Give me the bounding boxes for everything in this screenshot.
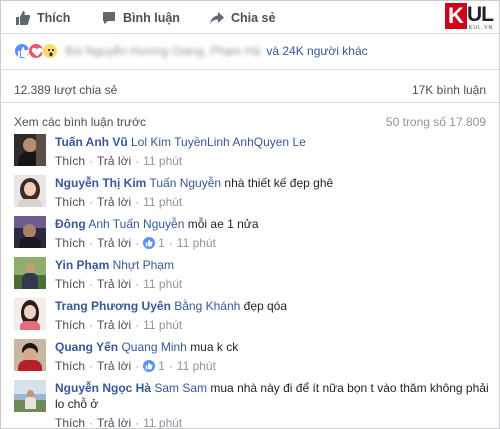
comment-meta: Thích · Trả lời · 1 · 11 phút bbox=[55, 235, 216, 251]
comment-text-line: Yin Phạm Nhựt Phạm bbox=[55, 257, 494, 273]
comment-author[interactable]: Nguyễn Ngọc Hà bbox=[55, 381, 151, 395]
comment-like-link[interactable]: Thích bbox=[55, 235, 85, 251]
avatar[interactable] bbox=[14, 216, 46, 248]
comment-body: Trang Phương Uyên Bằng Khánh đẹp qóa Thí… bbox=[55, 298, 494, 333]
comment-reply-link[interactable]: Trả lời bbox=[97, 358, 131, 374]
comment-body: Nguyễn Ngọc Hà Sam Sam mua nhà này đi để… bbox=[55, 380, 494, 429]
avatar[interactable] bbox=[14, 134, 46, 166]
comment-meta: Thích · Trả lời · 11 phút bbox=[55, 415, 183, 429]
comment-button[interactable]: Bình luận bbox=[101, 9, 180, 27]
comment-time[interactable]: 11 phút bbox=[143, 317, 182, 333]
like-badge-icon bbox=[143, 360, 156, 372]
share-arrow-icon bbox=[210, 12, 224, 24]
comment-meta: Thích · Trả lời · 11 phút bbox=[55, 153, 183, 169]
comment-like-link[interactable]: Thích bbox=[55, 194, 85, 210]
comment-reply-link[interactable]: Trả lời bbox=[97, 235, 131, 251]
comment-time[interactable]: 11 phút bbox=[177, 358, 216, 374]
comment-tags[interactable]: Bằng Khánh bbox=[174, 299, 240, 313]
comment-text-line: Đông Anh Tuấn Nguyễn mỗi ae 1 nửa bbox=[55, 216, 494, 232]
comment-icon bbox=[103, 12, 115, 24]
comment-time[interactable]: 11 phút bbox=[143, 415, 182, 429]
reactors-names[interactable]: Bùi Nguyễn Hương Giang, Phạm Hà bbox=[65, 44, 260, 58]
comment-tags[interactable]: Tuấn Nguyễn bbox=[149, 176, 221, 190]
thumbs-up-icon bbox=[16, 11, 31, 25]
comment-author[interactable]: Nguyễn Thị Kim bbox=[55, 176, 146, 190]
comment-time[interactable]: 11 phút bbox=[143, 153, 182, 169]
comment-text-line: Nguyễn Thị Kim Tuấn Nguyễn nhà thiết kế … bbox=[55, 175, 494, 191]
avatar[interactable] bbox=[14, 257, 46, 289]
reactors-more-link[interactable]: và 24K người khác bbox=[266, 44, 367, 58]
previous-comments-bar: Xem các bình luận trước 50 trong số 17.8… bbox=[1, 103, 499, 131]
comment-tags[interactable]: Lol Kim TuyềnLinh AnhQuyen Le bbox=[131, 135, 306, 149]
comment-author[interactable]: Quang Yến bbox=[55, 340, 118, 354]
comment-time[interactable]: 11 phút bbox=[143, 276, 182, 292]
comment-body: Tuấn Anh Vũ Lol Kim TuyềnLinh AnhQuyen L… bbox=[55, 134, 494, 169]
comment-like-link[interactable]: Thích bbox=[55, 153, 85, 169]
share-count[interactable]: 12.389 lượt chia sẻ bbox=[14, 83, 117, 97]
avatar[interactable] bbox=[14, 339, 46, 371]
comment-reply-link[interactable]: Trả lời bbox=[97, 415, 131, 429]
avatar[interactable] bbox=[14, 175, 46, 207]
avatar[interactable] bbox=[14, 298, 46, 330]
comment-reply-link[interactable]: Trả lời bbox=[97, 194, 131, 210]
comment-text-line: Quang Yến Quang Minh mua k ck bbox=[55, 339, 494, 355]
comment-time[interactable]: 11 phút bbox=[177, 235, 216, 251]
comment-like-link[interactable]: Thích bbox=[55, 415, 85, 429]
like-badge-icon bbox=[143, 237, 156, 249]
comment-like-link[interactable]: Thích bbox=[55, 317, 85, 333]
comment-body: Nguyễn Thị Kim Tuấn Nguyễn nhà thiết kế … bbox=[55, 175, 494, 210]
comment-text: nhà thiết kế đẹp ghê bbox=[224, 176, 334, 190]
comment-like-count[interactable]: 1 bbox=[143, 358, 165, 374]
comment-author[interactable]: Trang Phương Uyên bbox=[55, 299, 171, 313]
comment-tags[interactable]: Nhựt Phạm bbox=[113, 258, 174, 272]
like-label: Thích bbox=[37, 11, 71, 25]
like-button[interactable]: Thích bbox=[15, 9, 70, 27]
comment-tags[interactable]: Quang Minh bbox=[121, 340, 186, 354]
reactions-row[interactable]: Bùi Nguyễn Hương Giang, Phạm Hà và 24K n… bbox=[1, 34, 499, 70]
view-previous-comments-link[interactable]: Xem các bình luận trước bbox=[14, 115, 146, 129]
comment-body: Yin Phạm Nhựt Phạm Thích · Trả lời · 11 … bbox=[55, 257, 494, 292]
comment-text: mua k ck bbox=[190, 340, 239, 354]
comment-text-line: Trang Phương Uyên Bằng Khánh đẹp qóa bbox=[55, 298, 494, 314]
post-footer-panel: Thích Bình luận Chia sẻ K UL KUL.VN Bùi … bbox=[0, 0, 500, 429]
comment-text-line: Nguyễn Ngọc Hà Sam Sam mua nhà này đi để… bbox=[55, 380, 494, 412]
kul-logo: K UL KUL.VN bbox=[445, 3, 497, 33]
comment-author[interactable]: Đông bbox=[55, 217, 86, 231]
avatar[interactable] bbox=[14, 380, 46, 412]
comments-pagination-count: 50 trong số 17.809 bbox=[385, 115, 486, 129]
comment-meta: Thích · Trả lời · 11 phút bbox=[55, 276, 183, 292]
wow-reaction-icon bbox=[42, 43, 58, 59]
comment-time[interactable]: 11 phút bbox=[143, 194, 182, 210]
comment-reply-link[interactable]: Trả lời bbox=[97, 153, 131, 169]
comment-author[interactable]: Yin Phạm bbox=[55, 258, 109, 272]
comment-text: đẹp qóa bbox=[243, 299, 288, 313]
comment-like-link[interactable]: Thích bbox=[55, 358, 85, 374]
comment-meta: Thích · Trả lời · 11 phút bbox=[55, 317, 183, 333]
comment-text: mỗi ae 1 nửa bbox=[187, 217, 259, 231]
comment-label: Bình luận bbox=[123, 11, 180, 25]
comment-meta: Thích · Trả lời · 1 · 11 phút bbox=[55, 358, 216, 374]
reactors-summary[interactable]: Bùi Nguyễn Hương Giang, Phạm Hà và 24K n… bbox=[65, 43, 368, 59]
comment-tags[interactable]: Sam Sam bbox=[154, 381, 207, 395]
comment-text-line: Tuấn Anh Vũ Lol Kim TuyềnLinh AnhQuyen L… bbox=[55, 134, 494, 150]
action-bar: Thích Bình luận Chia sẻ K UL KUL.VN bbox=[1, 1, 499, 34]
comment-tags[interactable]: Anh Tuấn Nguyễn bbox=[88, 217, 184, 231]
comment-reply-link[interactable]: Trả lời bbox=[97, 276, 131, 292]
comment-reply-link[interactable]: Trả lời bbox=[97, 317, 131, 333]
share-label: Chia sẻ bbox=[231, 11, 276, 25]
share-button[interactable]: Chia sẻ bbox=[209, 9, 275, 27]
comment-like-link[interactable]: Thích bbox=[55, 276, 85, 292]
stats-row: 12.389 lượt chia sẻ 17K bình luận bbox=[1, 70, 499, 103]
comment-count[interactable]: 17K bình luận bbox=[412, 83, 486, 97]
comment-body: Đông Anh Tuấn Nguyễn mỗi ae 1 nửa Thích … bbox=[55, 216, 494, 251]
comment-like-count[interactable]: 1 bbox=[143, 235, 165, 251]
comment-meta: Thích · Trả lời · 11 phút bbox=[55, 194, 183, 210]
comment-author[interactable]: Tuấn Anh Vũ bbox=[55, 135, 128, 149]
comment-body: Quang Yến Quang Minh mua k ck Thích · Tr… bbox=[55, 339, 494, 374]
